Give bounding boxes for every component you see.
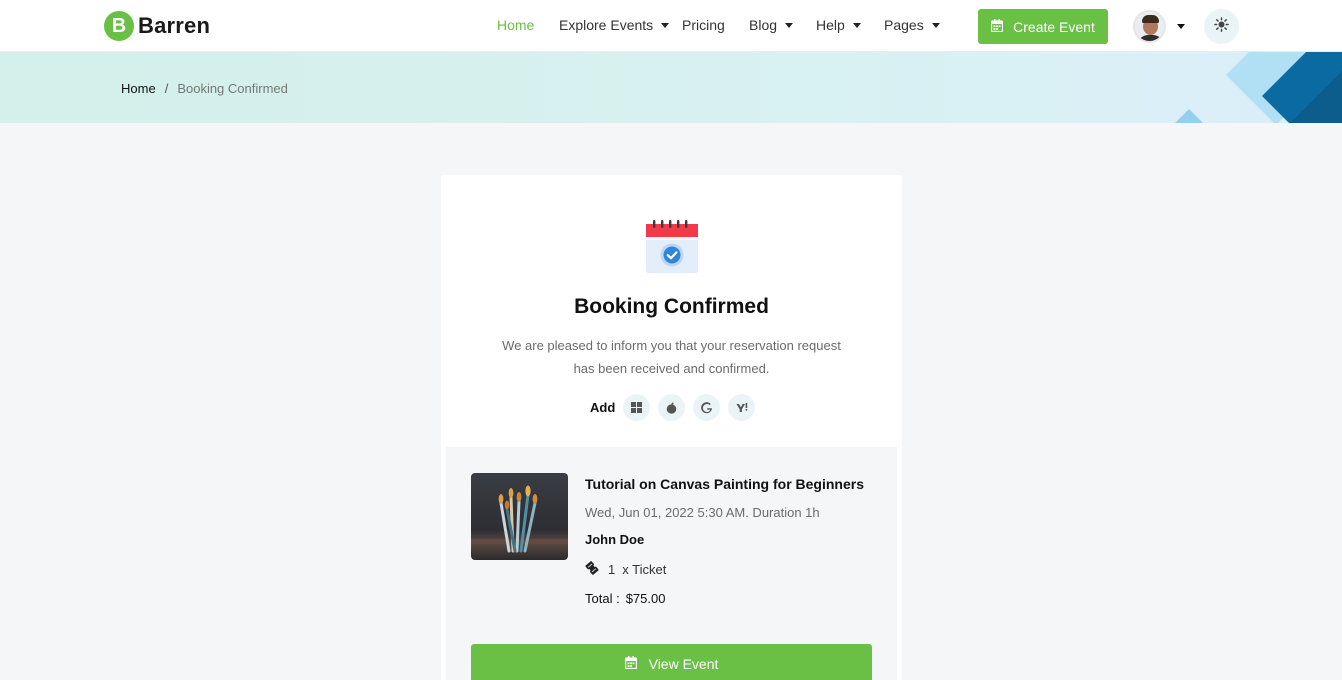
nav-explore-events[interactable]: Explore Events [559, 17, 670, 33]
logo-mark: B [104, 11, 134, 41]
chevron-down-icon [661, 22, 670, 28]
ticket-icon [585, 561, 599, 578]
breadcrumb-separator: / [164, 81, 169, 96]
yahoo-icon[interactable] [728, 394, 756, 421]
total-amount: $75.00 [625, 591, 666, 606]
order-total: Total : $75.00 [585, 591, 665, 606]
nav-blog-label: Blog [749, 17, 778, 33]
ticket-quantity: 1 [608, 562, 616, 577]
calendar-icon [624, 656, 637, 672]
view-event-label: View Event [648, 656, 719, 672]
event-datetime: Wed, Jun 01, 2022 5:30 AM. Duration 1h [585, 505, 820, 520]
nav-pricing-label: Pricing [682, 17, 725, 33]
chevron-down-icon [1177, 24, 1185, 29]
breadcrumb-home-link[interactable]: Home [121, 81, 156, 96]
calendar-check-icon [645, 218, 699, 279]
sun-icon [1214, 16, 1229, 37]
brand-logo[interactable]: B Barren [104, 11, 210, 41]
theme-toggle-button[interactable] [1204, 9, 1239, 44]
view-event-button[interactable]: View Event [471, 644, 872, 680]
confirmation-message: We are pleased to inform you that your r… [502, 338, 841, 376]
nav-pricing[interactable]: Pricing [682, 17, 725, 33]
event-thumbnail [471, 473, 568, 560]
avatar [1133, 10, 1166, 43]
nav-home-label: Home [497, 17, 535, 33]
calendar-icon [990, 18, 1004, 35]
apple-icon[interactable] [658, 394, 686, 421]
ticket-count: 1 x Ticket [585, 561, 666, 578]
event-title[interactable]: Tutorial on Canvas Painting for Beginner… [585, 476, 864, 492]
create-event-label: Create Event [1013, 18, 1095, 35]
chevron-down-icon [785, 22, 794, 28]
nav-explore-events-label: Explore Events [559, 17, 654, 33]
attendee-name: John Doe [585, 532, 645, 547]
breadcrumb: Home / Booking Confirmed [121, 81, 288, 96]
nav-home[interactable]: Home [497, 17, 534, 33]
logo-text: Barren [138, 13, 211, 38]
top-navbar: B Barren Home Explore Events Pricing Blo… [0, 0, 1342, 52]
breadcrumb-current: Booking Confirmed [177, 81, 288, 96]
windows-icon[interactable] [623, 394, 651, 421]
ticket-label: x Ticket [622, 562, 667, 577]
booking-confirmation-card: Booking Confirmed We are pleased to info… [441, 175, 902, 680]
add-to-calendar: Add [590, 394, 763, 421]
create-event-button[interactable]: Create Event [978, 9, 1108, 44]
total-label: Total : [585, 591, 620, 606]
nav-help[interactable]: Help [816, 17, 861, 33]
nav-blog[interactable]: Blog [749, 17, 794, 33]
nav-pages-label: Pages [884, 17, 924, 33]
add-label: Add [590, 400, 616, 415]
booking-details: Tutorial on Canvas Painting for Beginner… [446, 447, 897, 680]
user-menu[interactable] [1133, 10, 1185, 43]
google-icon[interactable] [693, 394, 721, 421]
page-banner: Home / Booking Confirmed [0, 52, 1342, 123]
confirmation-title: Booking Confirmed [574, 295, 769, 318]
chevron-down-icon [931, 22, 940, 28]
nav-help-label: Help [816, 17, 845, 33]
chevron-down-icon [852, 22, 861, 28]
nav-pages[interactable]: Pages [884, 17, 940, 33]
